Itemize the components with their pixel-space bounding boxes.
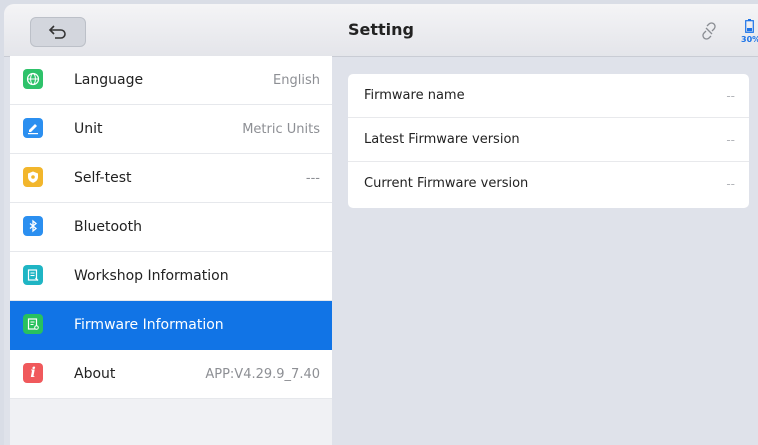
app-window: Setting 30% Language English [4,4,758,445]
language-value: English [273,73,320,88]
back-button[interactable] [30,17,86,47]
page-title: Setting [348,20,414,39]
sidebar-item-workshop-information[interactable]: Workshop Information [10,252,332,301]
sidebar-item-label: About [74,366,116,382]
app-version-value: APP:V4.29.9_7.40 [205,367,320,382]
row-value: -- [726,133,735,147]
self-test-value: --- [305,171,320,186]
firmware-name-row: Firmware name -- [348,74,749,118]
firmware-info-card: Firmware name -- Latest Firmware version… [348,74,749,208]
back-arrow-icon [48,25,66,39]
row-label: Firmware name [364,88,465,103]
firmware-icon [23,314,43,334]
sidebar-item-label: Firmware Information [74,317,224,333]
battery-icon [745,19,754,33]
sidebar-item-label: Bluetooth [74,219,142,235]
bluetooth-icon [23,216,43,236]
current-firmware-version-row: Current Firmware version -- [348,162,749,206]
sidebar-item-label: Self-test [74,170,132,186]
unit-value: Metric Units [242,122,320,137]
document-icon [23,265,43,285]
sidebar-item-label: Language [74,72,144,88]
row-value: -- [726,177,735,191]
latest-firmware-version-row: Latest Firmware version -- [348,118,749,162]
globe-icon [23,69,43,89]
row-value: -- [726,89,735,103]
title-bar: Setting 30% [4,4,758,57]
battery-status: 30% [741,18,758,44]
sidebar-item-label: Workshop Information [74,268,229,284]
sidebar-item-language[interactable]: Language English [10,56,332,105]
sidebar-item-about[interactable]: i About APP:V4.29.9_7.40 [10,350,332,399]
sidebar-item-label: Unit [74,121,103,137]
disconnected-link-icon[interactable] [700,22,718,40]
row-label: Latest Firmware version [364,132,520,147]
row-label: Current Firmware version [364,176,529,191]
shield-icon [23,167,43,187]
settings-sidebar: Language English Unit Metric Units Self-… [10,56,332,445]
info-icon: i [23,363,43,383]
sidebar-item-self-test[interactable]: Self-test --- [10,154,332,203]
sidebar-item-bluetooth[interactable]: Bluetooth [10,203,332,252]
sidebar-item-unit[interactable]: Unit Metric Units [10,105,332,154]
sidebar-item-firmware-information[interactable]: Firmware Information [10,301,332,350]
battery-percent: 30% [741,35,758,44]
pencil-icon [23,118,43,138]
